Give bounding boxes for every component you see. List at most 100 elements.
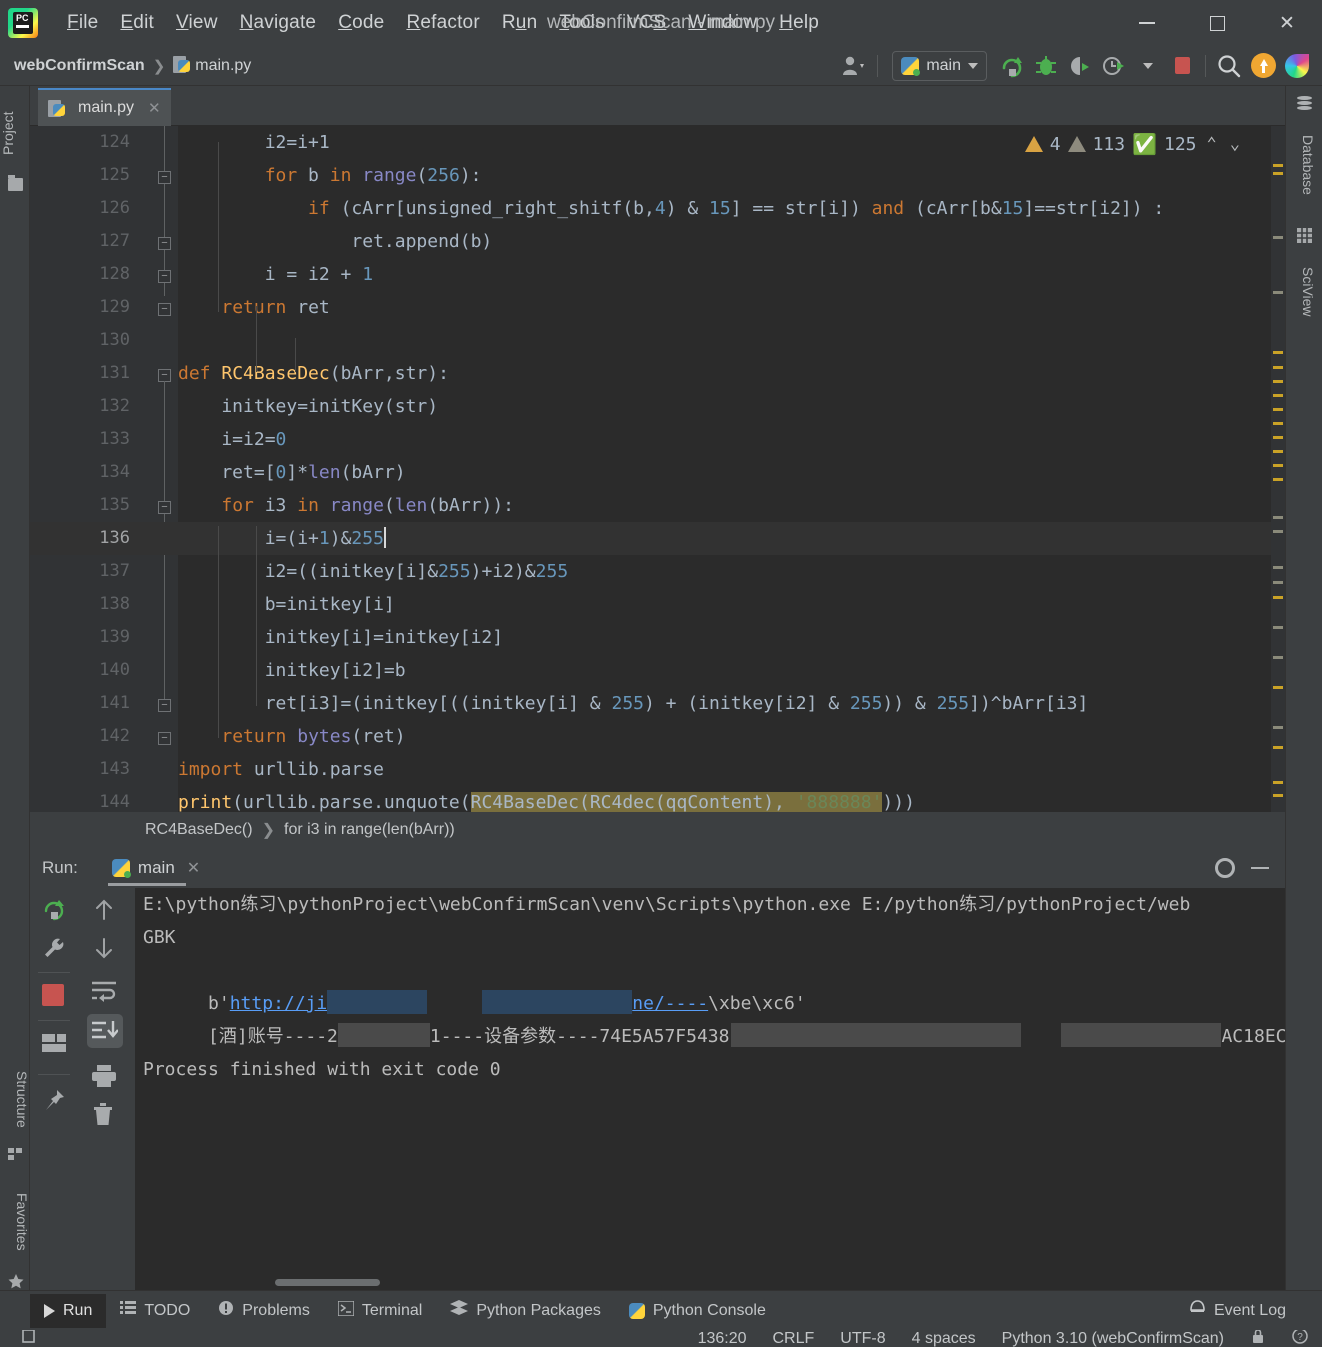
code-line-142[interactable]: return bytes(ret)	[178, 720, 1285, 753]
tab-python-console[interactable]: Python Console	[615, 1294, 780, 1328]
code-line-130[interactable]	[178, 324, 1285, 357]
code-line-131[interactable]: def RC4BaseDec(bArr,str):	[178, 357, 1285, 390]
stop-icon[interactable]	[1165, 50, 1199, 82]
maximize-button[interactable]	[1182, 0, 1252, 46]
sidebar-item-sciview[interactable]: SciView	[1286, 252, 1316, 332]
breadcrumb-project[interactable]: webConfirmScan	[14, 57, 145, 75]
wrench-icon[interactable]	[42, 936, 66, 960]
console-output[interactable]: E:\python练习\pythonProject\webConfirmScan…	[135, 888, 1285, 1290]
code-line-127[interactable]: ret.append(b)	[178, 225, 1285, 258]
code-line-132[interactable]: initkey=initKey(str)	[178, 390, 1285, 423]
profile-dropdown-icon[interactable]	[1131, 50, 1165, 82]
next-problem-icon[interactable]: ⌄	[1227, 134, 1243, 154]
menu-item-help[interactable]: Help	[768, 10, 830, 36]
menu-item-refactor[interactable]: Refactor	[395, 10, 490, 36]
console-url-link-2[interactable]: ne/----	[632, 993, 708, 1014]
rerun-icon[interactable]	[42, 898, 66, 922]
code-line-138[interactable]: b=initkey[i]	[178, 588, 1285, 621]
sidebar-item-favorites[interactable]: Favorites	[0, 1176, 30, 1268]
fold-mark-icon[interactable]: −	[158, 732, 171, 745]
tab-todo[interactable]: TODO	[106, 1294, 204, 1328]
menu-item-file[interactable]: File	[56, 10, 109, 36]
lock-icon[interactable]	[1250, 1330, 1266, 1347]
soft-wrap-icon[interactable]	[91, 980, 116, 1004]
prev-problem-icon[interactable]: ⌃	[1204, 134, 1220, 154]
sidebar-item-structure[interactable]: Structure	[0, 1054, 30, 1144]
fold-mark-icon[interactable]: −	[158, 270, 171, 283]
horizontal-scrollbar[interactable]	[275, 1279, 380, 1286]
code-line-137[interactable]: i2=((initkey[i]&255)+i2)&255	[178, 555, 1285, 588]
code-line-140[interactable]: initkey[i2]=b	[178, 654, 1285, 687]
caret-position[interactable]: 136:20	[698, 1330, 747, 1347]
profile-icon[interactable]	[1097, 50, 1131, 82]
run-tab-main[interactable]: main ✕	[104, 848, 208, 888]
pin-icon[interactable]	[42, 1088, 66, 1112]
code-line-135[interactable]: for i3 in range(len(bArr)):	[178, 489, 1285, 522]
sidebar-item-database[interactable]: Database	[1286, 118, 1316, 212]
tab-run[interactable]: Run	[30, 1293, 107, 1328]
window-controls[interactable]: ✕	[1112, 0, 1322, 46]
code-line-128[interactable]: i = i2 + 1	[178, 258, 1285, 291]
code-line-139[interactable]: initkey[i]=initkey[i2]	[178, 621, 1285, 654]
update-icon[interactable]	[1246, 50, 1280, 82]
menu-item-run[interactable]: Run	[491, 10, 548, 36]
fold-mark-icon[interactable]: −	[158, 303, 171, 316]
fold-mark-icon[interactable]: −	[158, 699, 171, 712]
code-line-133[interactable]: i=i2=0	[178, 423, 1285, 456]
console-url-link[interactable]: http://ji	[230, 993, 328, 1014]
tab-problems[interactable]: Problems	[204, 1294, 324, 1328]
breadcrumb-nav[interactable]: webConfirmScan ❯ main.py	[14, 56, 251, 75]
python-interpreter[interactable]: Python 3.10 (webConfirmScan)	[1002, 1330, 1224, 1347]
code-line-125[interactable]: for b in range(256):	[178, 159, 1285, 192]
menu-item-navigate[interactable]: Navigate	[229, 10, 328, 36]
code-line-143[interactable]: import urllib.parse	[178, 753, 1285, 786]
close-icon[interactable]: ✕	[187, 858, 200, 878]
down-arrow-icon[interactable]	[93, 936, 117, 960]
menu-bar[interactable]: File Edit View Navigate Code Refactor Run Tools…	[56, 10, 830, 36]
menu-item-code[interactable]: Code	[327, 10, 395, 36]
up-arrow-icon[interactable]	[93, 898, 117, 922]
help-icon[interactable]: ?	[1292, 1330, 1308, 1347]
code-line-134[interactable]: ret=[0]*len(bArr)	[178, 456, 1285, 489]
tab-event-log[interactable]: Event Log	[1175, 1294, 1300, 1328]
rerun-icon[interactable]	[995, 50, 1029, 82]
code-line-141[interactable]: ret[i3]=(initkey[((initkey[i] & 255) + (…	[178, 687, 1285, 720]
inspection-widget[interactable]: 4 113 ✅ 125 ⌃ ⌄	[1024, 132, 1243, 156]
fold-mark-icon[interactable]: −	[158, 171, 171, 184]
fold-mark-icon[interactable]: −	[158, 501, 171, 514]
breadcrumb-function[interactable]: RC4BaseDec()	[145, 821, 253, 839]
menu-item-tools[interactable]: Tools	[548, 10, 615, 36]
menu-item-vcs[interactable]: VCS	[616, 10, 678, 36]
menu-item-edit[interactable]: Edit	[109, 10, 165, 36]
bottom-tool-tabs[interactable]: Run TODO Problems Terminal Python Packages Py…	[0, 1290, 1322, 1330]
minimize-button[interactable]	[1112, 0, 1182, 46]
debug-icon[interactable]	[1029, 50, 1063, 82]
menu-item-view[interactable]: View	[165, 10, 229, 36]
code-line-129[interactable]: return ret	[178, 291, 1285, 324]
hide-panel-icon[interactable]	[1251, 867, 1269, 869]
print-icon[interactable]	[91, 1064, 116, 1088]
gear-icon[interactable]	[1215, 858, 1235, 878]
code-line-136[interactable]: i=(i+1)&255	[178, 522, 1285, 555]
scroll-to-end-icon[interactable]	[87, 1014, 123, 1048]
fold-mark-icon[interactable]: −	[158, 237, 171, 250]
search-icon[interactable]	[1212, 50, 1246, 82]
line-separator[interactable]: CRLF	[773, 1330, 815, 1347]
close-icon[interactable]: ✕	[148, 99, 161, 117]
code-line-144[interactable]: print(urllib.parse.unquote(RC4BaseDec(RC…	[178, 786, 1285, 812]
run-actions-column-2[interactable]	[75, 888, 135, 1290]
breadcrumb-file[interactable]: main.py	[173, 56, 251, 75]
tab-main-py[interactable]: main.py ✕	[38, 88, 171, 126]
tab-terminal[interactable]: Terminal	[324, 1294, 436, 1328]
toolbar-actions[interactable]: main	[837, 50, 1322, 82]
run-actions-column-1[interactable]	[30, 888, 75, 1290]
tab-python-packages[interactable]: Python Packages	[436, 1294, 615, 1328]
sidebar-item-project[interactable]: Project	[0, 94, 30, 172]
stop-icon[interactable]	[42, 984, 66, 1008]
run-configuration-selector[interactable]: main	[892, 50, 987, 81]
code-content[interactable]: i2=i+1 for b in range(256): if (cArr[uns…	[178, 126, 1285, 812]
layout-icon[interactable]	[42, 1034, 66, 1058]
coverage-icon[interactable]	[1063, 50, 1097, 82]
code-line-126[interactable]: if (cArr[unsigned_right_shitf(b,4) & 15]…	[178, 192, 1285, 225]
ai-assistant-icon[interactable]	[1280, 50, 1314, 82]
